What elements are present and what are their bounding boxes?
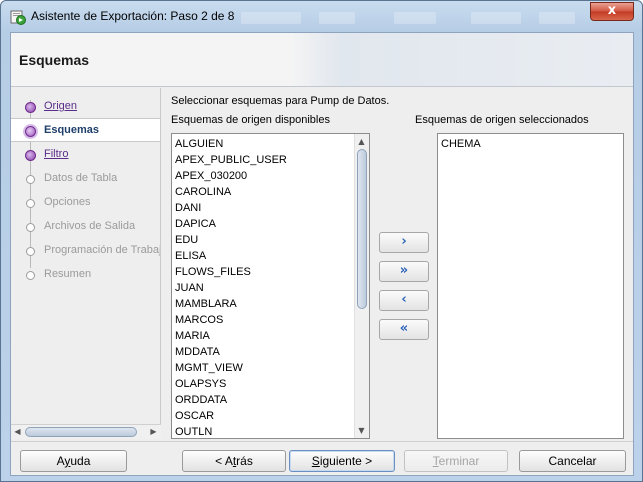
export-wizard-icon [10, 10, 26, 25]
available-schema-item[interactable]: MARIA [175, 328, 210, 344]
available-schema-item[interactable]: ELISA [175, 248, 206, 264]
available-schema-item[interactable]: MARCOS [175, 312, 223, 328]
close-button[interactable]: x [590, 2, 634, 21]
step-pending-icon [26, 247, 35, 256]
title-bar-backdrop [539, 12, 575, 24]
selected-schema-item[interactable]: CHEMA [441, 136, 481, 152]
available-schema-item[interactable]: ORDDATA [175, 392, 227, 408]
available-schema-item[interactable]: EDU [175, 232, 198, 248]
title-bar-backdrop [241, 12, 301, 24]
wizard-header: Esquemas [11, 33, 633, 87]
selected-schemas-label: Esquemas de origen seleccionados [415, 114, 589, 126]
title-bar[interactable]: Asistente de Exportación: Paso 2 de 8 x [1, 1, 642, 31]
available-schema-item[interactable]: JUAN [175, 280, 204, 296]
step-label[interactable]: Filtro [44, 148, 68, 160]
step-label: Archivos de Salida [44, 220, 136, 232]
available-schemas-label: Esquemas de origen disponibles [171, 114, 330, 126]
step-done-icon [25, 102, 36, 113]
title-bar-backdrop [319, 12, 355, 24]
step-label: Datos de Tabla [44, 172, 118, 184]
available-schema-item[interactable]: APEX_030200 [175, 168, 247, 184]
step-opciones: Opciones [11, 191, 160, 215]
remove-all-button[interactable]: « [379, 319, 429, 340]
available-schema-item[interactable]: OLAPSYS [175, 376, 226, 392]
step-programacion-de-trabajo: Programación de Trabajo [11, 239, 161, 263]
step-done-icon [25, 150, 36, 161]
available-schema-item[interactable]: MGMT_VIEW [175, 360, 243, 376]
add-selected-button[interactable]: › [379, 232, 429, 253]
available-schema-item[interactable]: MDDATA [175, 344, 220, 360]
available-schema-item[interactable]: OSCAR [175, 408, 214, 424]
wizard-client-area: Esquemas Origen Esquemas Filtro Datos de… [10, 32, 634, 476]
available-list-scrollbar[interactable]: ▲ ▼ [354, 134, 369, 438]
page-title: Esquemas [19, 52, 90, 68]
step-pending-icon [26, 199, 35, 208]
scroll-down-icon[interactable]: ▼ [356, 424, 367, 437]
step-label: Opciones [44, 196, 91, 208]
title-bar-backdrop [471, 12, 521, 24]
help-button[interactable]: Ayuda [20, 450, 127, 472]
remove-selected-button[interactable]: ‹ [379, 290, 429, 311]
add-all-button[interactable]: » [379, 261, 429, 282]
step-pending-icon [26, 223, 35, 232]
step-label: Esquemas [44, 124, 100, 136]
scroll-up-icon[interactable]: ▲ [356, 135, 367, 148]
step-esquemas[interactable]: Esquemas [11, 118, 160, 142]
available-schemas-list[interactable]: ALGUIEN APEX_PUBLIC_USER APEX_030200 CAROLI… [171, 133, 370, 439]
steps-horizontal-scrollbar[interactable]: ◀ ▶ [11, 424, 161, 439]
step-pending-icon [26, 175, 35, 184]
step-label[interactable]: Origen [44, 100, 77, 112]
export-wizard-window: Asistente de Exportación: Paso 2 de 8 x … [0, 0, 643, 482]
available-schema-item[interactable]: APEX_PUBLIC_USER [175, 152, 287, 168]
wizard-steps-panel: Origen Esquemas Filtro Datos de Tabla Op… [11, 88, 161, 428]
available-schema-item[interactable]: ALGUIEN [175, 136, 223, 152]
available-schema-item[interactable]: FLOWS_FILES [175, 264, 251, 280]
step-filtro[interactable]: Filtro [11, 143, 160, 167]
scroll-right-icon[interactable]: ▶ [148, 425, 159, 438]
scrollbar-thumb[interactable] [357, 149, 367, 309]
footer-divider [11, 441, 633, 442]
step-archivos-de-salida: Archivos de Salida [11, 215, 160, 239]
cancel-button[interactable]: Cancelar [519, 450, 626, 472]
step-datos-de-tabla: Datos de Tabla [11, 167, 160, 191]
step-resumen: Resumen [11, 263, 160, 287]
step-label: Programación de Trabajo [44, 244, 161, 256]
available-schema-item[interactable]: CAROLINA [175, 184, 231, 200]
step-origen[interactable]: Origen [11, 95, 160, 119]
finish-button: Terminar [404, 450, 508, 472]
scrollbar-thumb[interactable] [25, 427, 137, 437]
instruction-text: Seleccionar esquemas para Pump de Datos. [171, 95, 390, 107]
step-pending-icon [26, 271, 35, 280]
available-schema-item[interactable]: MAMBLARA [175, 296, 237, 312]
back-button[interactable]: < Atrás [182, 450, 286, 472]
available-schema-item[interactable]: DANI [175, 200, 201, 216]
available-schema-item[interactable]: DAPICA [175, 216, 216, 232]
close-icon: x [607, 3, 617, 18]
scroll-left-icon[interactable]: ◀ [12, 425, 23, 438]
title-bar-backdrop [394, 12, 436, 24]
available-schema-item[interactable]: OUTLN [175, 424, 212, 438]
selected-schemas-list[interactable]: CHEMA [437, 133, 624, 439]
step-current-icon [25, 126, 36, 137]
window-title: Asistente de Exportación: Paso 2 de 8 [31, 9, 235, 23]
step-label: Resumen [44, 268, 92, 280]
next-button[interactable]: Siguiente > [289, 450, 395, 472]
